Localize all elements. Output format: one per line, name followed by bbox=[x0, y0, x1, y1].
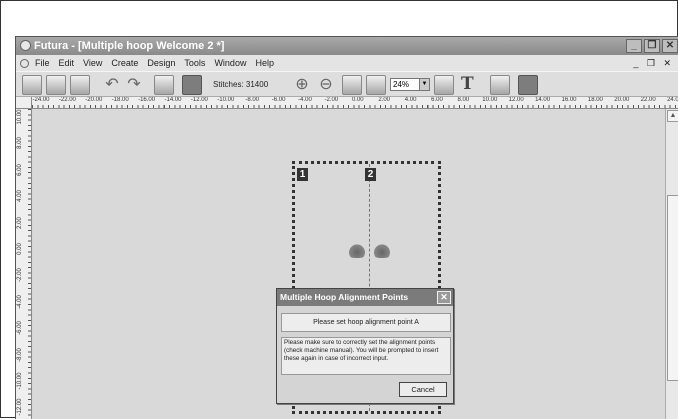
ruler-label: 8.00 bbox=[457, 97, 470, 103]
ruler-label: 20.00 bbox=[614, 97, 630, 103]
ruler-label: 8.00 bbox=[17, 137, 23, 150]
menu-help[interactable]: Help bbox=[255, 55, 274, 71]
ruler-label: -8.00 bbox=[17, 347, 23, 362]
zoom-in-icon[interactable]: ⊕ bbox=[292, 75, 312, 95]
ruler-label: 16.00 bbox=[561, 97, 577, 103]
design-canvas[interactable]: 1 2 Multiple Hoop Alignment Points ✕ Ple… bbox=[33, 109, 665, 419]
ruler-ticks bbox=[28, 109, 31, 419]
cancel-button[interactable]: Cancel bbox=[399, 382, 447, 397]
ruler-label: -2.00 bbox=[324, 97, 339, 103]
ruler-label: 10.00 bbox=[482, 97, 498, 103]
zoom-1to1-icon[interactable] bbox=[366, 75, 386, 95]
alignment-dialog: Multiple Hoop Alignment Points ✕ Please … bbox=[276, 288, 454, 404]
vertical-scrollbar[interactable]: ▲ bbox=[665, 109, 678, 419]
app-window: Futura - [Multiple hoop Welcome 2 *] _ ❒… bbox=[15, 36, 678, 419]
window-title: Futura - [Multiple hoop Welcome 2 *] bbox=[34, 40, 225, 52]
menu-view[interactable]: View bbox=[83, 55, 102, 71]
horizontal-ruler: -24.00 -22.00 -20.00 -18.00 -16.00 -14.00 -12.… bbox=[32, 97, 678, 109]
zoom-select[interactable]: 24% ▼ bbox=[390, 78, 430, 91]
open-icon[interactable] bbox=[46, 75, 66, 95]
screenshot-frame: Futura - [Multiple hoop Welcome 2 *] _ ❒… bbox=[0, 0, 678, 419]
ruler-label: -10.00 bbox=[17, 372, 23, 390]
ruler-label: -12.00 bbox=[17, 398, 23, 416]
zoom-value: 24% bbox=[393, 80, 410, 89]
select-icon[interactable] bbox=[490, 75, 510, 95]
ruler-label: 2.00 bbox=[378, 97, 391, 103]
scroll-up-icon[interactable]: ▲ bbox=[667, 110, 678, 122]
close-button[interactable]: ✕ bbox=[662, 39, 678, 53]
dialog-prompt: Please set hoop alignment point A bbox=[281, 313, 451, 332]
ruler-label: 22.00 bbox=[640, 97, 656, 103]
document-icon[interactable] bbox=[20, 58, 29, 68]
vertical-ruler: 10.00 8.00 6.00 4.00 2.00 0.00 -2.00 -4.00 -6.00… bbox=[16, 109, 32, 419]
ruler-label: 0.00 bbox=[17, 243, 23, 255]
dialog-info-text: Please make sure to correctly set the al… bbox=[281, 337, 451, 375]
ruler-label: 6.00 bbox=[431, 97, 443, 103]
app-icon bbox=[20, 40, 31, 51]
menu-edit[interactable]: Edit bbox=[59, 55, 75, 71]
menu-bar: File Edit View Create Design Tools Windo… bbox=[16, 55, 678, 71]
hoop-label-1: 1 bbox=[297, 168, 308, 181]
menu-design[interactable]: Design bbox=[147, 55, 175, 71]
toolbar: ↶ ↷ Stitches: 31400 ⊕ ⊖ 24% ▼ T bbox=[16, 71, 678, 97]
embroidery-motif bbox=[372, 244, 392, 258]
ruler-label: -12.00 bbox=[190, 97, 208, 103]
ruler-label: -4.00 bbox=[17, 294, 23, 309]
dialog-close-button[interactable]: ✕ bbox=[437, 291, 451, 304]
ruler-label: 10.00 bbox=[17, 109, 23, 125]
mdi-controls[interactable]: _ ❒ ✕ bbox=[633, 55, 674, 71]
ruler-label: -22.00 bbox=[58, 97, 76, 103]
zoom-fit-icon[interactable] bbox=[342, 75, 362, 95]
new-icon[interactable] bbox=[22, 75, 42, 95]
ruler-label: -20.00 bbox=[85, 97, 103, 103]
ruler-label: -6.00 bbox=[271, 97, 286, 103]
embroidery-motif bbox=[347, 244, 367, 258]
ruler-label: 0.00 bbox=[351, 97, 364, 103]
title-bar[interactable]: Futura - [Multiple hoop Welcome 2 *] _ ❒… bbox=[16, 37, 678, 55]
sewing-machine-icon[interactable] bbox=[518, 75, 538, 95]
ruler-label: -8.00 bbox=[245, 97, 260, 103]
scroll-thumb[interactable] bbox=[667, 195, 678, 381]
maximize-button[interactable]: ❒ bbox=[644, 39, 660, 53]
ruler-label: 14.00 bbox=[535, 97, 551, 103]
menu-create[interactable]: Create bbox=[111, 55, 138, 71]
ruler-label: -24.00 bbox=[32, 97, 50, 103]
wand-icon[interactable] bbox=[154, 75, 174, 95]
chevron-down-icon[interactable]: ▼ bbox=[419, 79, 429, 90]
menu-window[interactable]: Window bbox=[214, 55, 246, 71]
stitch-count: Stitches: 31400 bbox=[213, 80, 269, 89]
ruler-corner bbox=[16, 97, 32, 109]
hoop-label-2: 2 bbox=[365, 168, 376, 181]
ruler-label: 4.00 bbox=[404, 97, 417, 103]
minimize-button[interactable]: _ bbox=[626, 39, 642, 53]
color-swatch-icon[interactable] bbox=[182, 75, 202, 95]
ruler-label: 24.00 bbox=[667, 97, 678, 103]
zoom-out-icon[interactable]: ⊖ bbox=[316, 75, 336, 95]
ruler-label: -14.00 bbox=[164, 97, 182, 103]
ruler-label: 4.00 bbox=[17, 190, 23, 203]
redo-icon[interactable]: ↷ bbox=[124, 75, 144, 95]
ruler-label: 18.00 bbox=[587, 97, 603, 103]
ruler-label: -18.00 bbox=[111, 97, 129, 103]
ruler-label: 2.00 bbox=[17, 216, 23, 229]
ruler-label: -2.00 bbox=[17, 268, 23, 283]
ruler-label: -10.00 bbox=[217, 97, 235, 103]
menu-tools[interactable]: Tools bbox=[184, 55, 205, 71]
ruler-label: 6.00 bbox=[17, 163, 23, 176]
ruler-ticks bbox=[32, 105, 678, 108]
ruler-label: -4.00 bbox=[298, 97, 312, 103]
ruler-label: 12.00 bbox=[508, 97, 524, 103]
menu-file[interactable]: File bbox=[35, 55, 50, 71]
window-controls: _ ❒ ✕ bbox=[626, 39, 678, 53]
ruler-label: -16.00 bbox=[138, 97, 156, 103]
save-icon[interactable] bbox=[70, 75, 90, 95]
ruler-label: -6.00 bbox=[17, 321, 23, 336]
text-icon[interactable]: T bbox=[461, 74, 474, 94]
undo-icon[interactable]: ↶ bbox=[102, 75, 122, 95]
monitor-icon[interactable] bbox=[434, 75, 454, 95]
dialog-title: Multiple Hoop Alignment Points bbox=[277, 289, 453, 306]
